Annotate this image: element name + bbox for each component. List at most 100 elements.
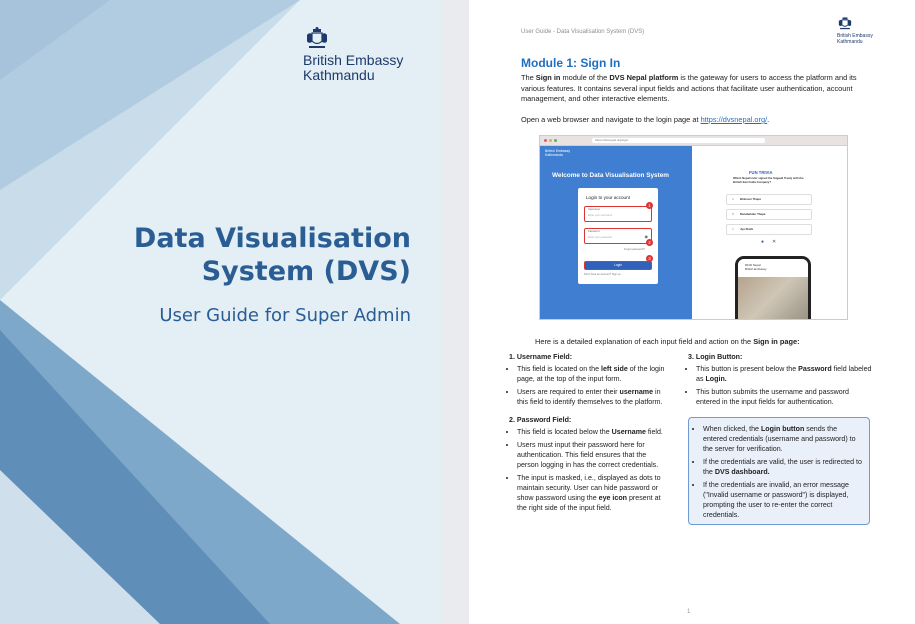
list-bold: Login. <box>705 375 727 383</box>
trivia-option: B Ranabahdur Thapa <box>726 209 812 220</box>
intro-bold: Sign in <box>535 73 561 82</box>
list-text: This field is located below the <box>517 428 612 436</box>
list-item: This button submits the username and pas… <box>696 387 872 407</box>
trivia-option-text: Ranabahdur Thapa <box>740 212 766 216</box>
callout-badge-3: 3 <box>646 255 653 262</box>
page-header: User Guide - Data Visualisation System (… <box>521 29 645 35</box>
forgot-password-link: Forgot password? <box>624 248 645 251</box>
left-column: 1. Username Field: This field is located… <box>509 352 667 519</box>
trivia-question: Which Nepali ruler signed the Sugauli Tr… <box>733 176 804 184</box>
intro-bold: DVS Nepal platform <box>609 73 679 82</box>
trivia-option: C Jya Shahi <box>726 224 812 235</box>
list-item: If the credentials are invalid, an error… <box>703 480 863 520</box>
list-item: This button is present below the Passwor… <box>696 364 872 384</box>
list-bold: username <box>619 388 654 396</box>
trivia-option-letter: B <box>732 212 734 216</box>
callout-badge-2: 2 <box>646 239 653 246</box>
note-list: When clicked, the Login button sends the… <box>695 424 863 520</box>
cover-subtitle: User Guide for Super Admin <box>159 305 411 326</box>
password-label: Password <box>588 230 600 233</box>
right-column: 3. Login Button: This button is present … <box>688 352 872 413</box>
phone-mockup: DFID Nepal British Embassy <box>735 256 811 319</box>
cover-title-line1: Data Visualisation <box>133 223 411 254</box>
trivia-option-letter: A <box>732 197 734 201</box>
mini-login-button: Login <box>584 261 652 270</box>
password-list: This field is located below the Username… <box>509 427 667 513</box>
username-field: Username Enter your username <box>584 206 652 222</box>
password-heading: 2. Password Field: <box>509 416 572 424</box>
callout-badge-1: 1 <box>646 202 653 209</box>
trivia-option-text: Bhimsen Thapa <box>740 197 761 201</box>
mini-embassy-line2: Kathmandu <box>545 153 563 157</box>
page-number: 1 <box>687 609 691 615</box>
login-list: This button is present below the Passwor… <box>688 364 872 407</box>
browser-max-dot <box>554 139 557 142</box>
login-right-panel: FUN TRIVIA Which Nepali ruler signed the… <box>693 146 847 319</box>
intro-text: module of the <box>560 73 610 82</box>
cover-title: Data Visualisation System (DVS) <box>134 222 411 288</box>
login-page-link[interactable]: https://dvsnepal.org/ <box>701 115 768 124</box>
browser-min-dot <box>549 139 552 142</box>
phone-caption: DFID Nepal British Embassy <box>745 263 767 271</box>
list-bold: DVS dashboard. <box>714 468 770 476</box>
browser-url: https://dvsnepal.org/login <box>592 138 765 143</box>
list-text: This field is located on the <box>517 365 601 373</box>
list-text: field. <box>645 428 663 436</box>
open-text-end: . <box>767 115 770 124</box>
list-text: This button is present below the <box>696 365 799 373</box>
list-bold: Login button <box>760 425 805 433</box>
login-card: Login to your account Username Enter you… <box>578 188 658 284</box>
browser-close-dot <box>544 139 547 142</box>
list-text: Users are required to enter their <box>517 388 620 396</box>
list-item: This field is located below the Username… <box>517 427 667 437</box>
username-label: Username <box>588 208 600 211</box>
trivia-option: A Bhimsen Thapa <box>726 194 812 205</box>
phone-photo <box>738 277 808 319</box>
intro-text: The <box>521 73 536 82</box>
login-note-box: When clicked, the Login button sends the… <box>688 417 870 525</box>
browser-bar: https://dvsnepal.org/login <box>540 136 847 146</box>
cover-title-line2: System (DVS) <box>201 256 411 287</box>
list-item: The input is masked, i.e., displayed as … <box>517 473 667 513</box>
list-item: Users must input their password here for… <box>517 440 667 470</box>
open-browser-paragraph: Open a web browser and navigate to the l… <box>521 115 871 126</box>
password-placeholder: Enter your password <box>588 236 612 239</box>
welcome-heading: Welcome to Data Visualisation System <box>552 172 669 179</box>
trivia-option-text: Jya Shahi <box>740 227 754 231</box>
royal-crest-icon <box>307 27 327 48</box>
trivia-option-letter: C <box>732 227 735 231</box>
list-bold: left side <box>601 365 628 373</box>
list-bold: Username <box>611 428 646 436</box>
trivia-title: FUN TRIVIA <box>749 170 773 175</box>
document-page: User Guide - Data Visualisation System (… <box>469 0 915 624</box>
list-item: When clicked, the Login button sends the… <box>703 424 863 454</box>
list-bold: Password <box>798 365 832 373</box>
header-crest-icon <box>838 17 852 30</box>
username-heading: 1. Username Field: <box>509 353 573 361</box>
username-list: This field is located on the left side o… <box>509 364 667 407</box>
embassy-name-line1: British Embassy <box>303 52 404 68</box>
list-item: If the credentials are valid, the user i… <box>703 457 863 477</box>
login-heading: 3. Login Button: <box>688 353 743 361</box>
intro-paragraph: The Sign in module of the DVS Nepal plat… <box>521 73 871 105</box>
section-intro: Here is a detailed explanation of each i… <box>535 337 800 346</box>
phone-top: DFID Nepal British Embassy <box>738 259 808 277</box>
module-title: Module 1: Sign In <box>521 56 621 70</box>
list-text: When clicked, the <box>703 425 761 433</box>
login-card-title: Login to your account <box>586 195 630 200</box>
x-icon: ✕ <box>772 239 777 245</box>
mini-embassy-name: British Embassy Kathmandu <box>545 149 570 157</box>
section-intro-bold: Sign in page: <box>753 337 800 346</box>
list-bold: eye icon <box>598 494 628 502</box>
open-text: Open a web browser and navigate to the l… <box>521 115 701 124</box>
phone-caption-line2: British Embassy <box>745 267 767 271</box>
embassy-name-line2: Kathmandu <box>303 67 375 83</box>
login-screenshot: https://dvsnepal.org/login British Embas… <box>539 135 848 320</box>
password-field: Password Enter your password ◉ <box>584 228 652 244</box>
section-intro-text: Here is a detailed explanation of each i… <box>535 337 754 346</box>
list-item: Users are required to enter their userna… <box>517 387 667 407</box>
username-placeholder: Enter your username <box>588 214 613 217</box>
embassy-name: British Embassy Kathmandu <box>303 53 403 83</box>
list-item: This field is located on the left side o… <box>517 364 667 384</box>
header-embassy-line2: Kathmandu <box>837 39 863 45</box>
